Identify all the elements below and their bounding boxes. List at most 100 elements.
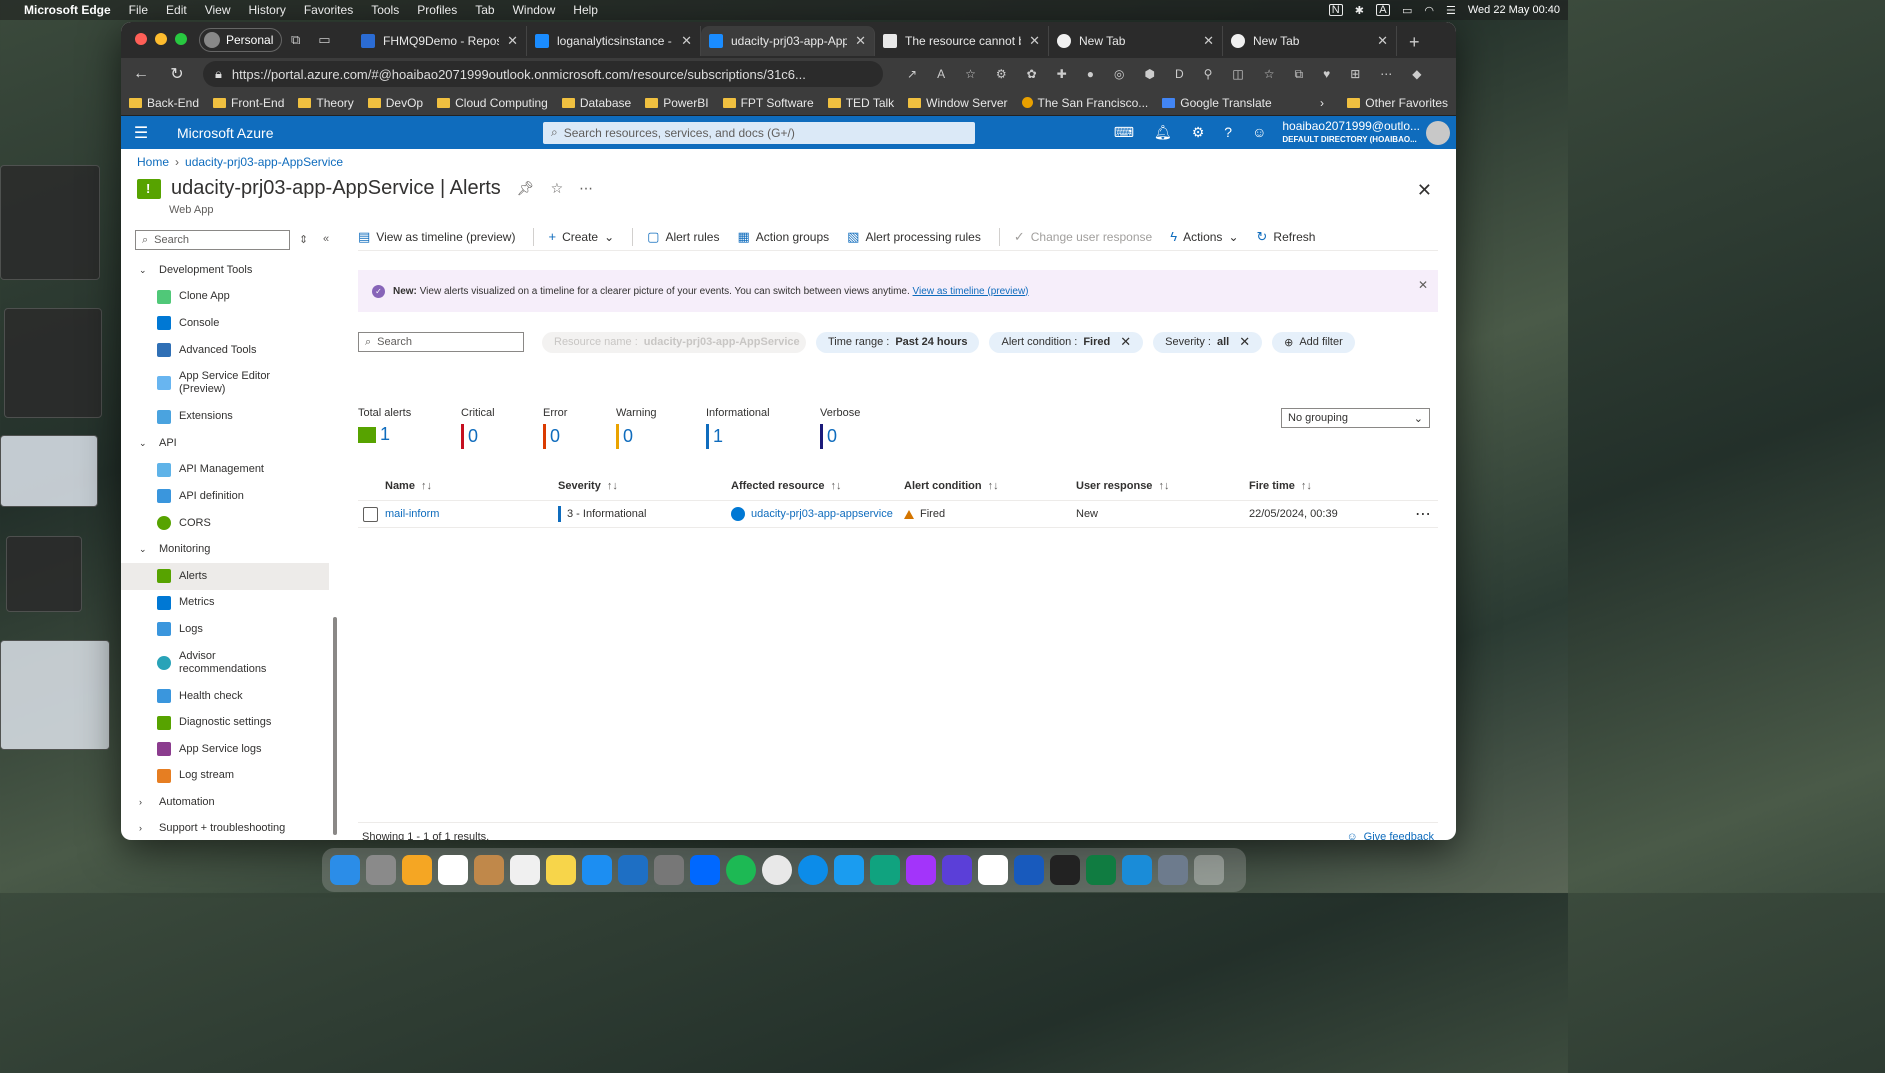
menu-group-monitoring[interactable]: ⌄ Monitoring	[121, 536, 329, 563]
read-aloud-icon[interactable]: A	[937, 67, 945, 82]
column-severity[interactable]: Severity ↑↓	[558, 480, 731, 492]
dismiss-banner-icon[interactable]: ✕	[1418, 278, 1428, 292]
menu-item-health-check[interactable]: Health check	[121, 683, 329, 710]
more-icon[interactable]: ⋯	[579, 180, 593, 197]
preview-icon[interactable]	[1158, 855, 1188, 885]
time-range-filter[interactable]: Time range : Past 24 hours	[816, 331, 980, 353]
menu-item-cors[interactable]: CORS	[121, 510, 329, 537]
menu-item-clone-app[interactable]: Clone App	[121, 284, 329, 311]
bluetooth-icon[interactable]: ✱	[1355, 4, 1364, 17]
menu-history[interactable]: History	[249, 3, 286, 17]
menu-window[interactable]: Window	[513, 3, 556, 17]
chatgpt-icon[interactable]	[870, 855, 900, 885]
extension-icon[interactable]: ⚙	[996, 67, 1007, 82]
favorite-folder[interactable]: DevOp	[367, 96, 423, 110]
menu-edit[interactable]: Edit	[166, 3, 187, 17]
banner-timeline-link[interactable]: View as timeline (preview)	[913, 286, 1029, 297]
open-in-app-icon[interactable]: ↗	[907, 67, 917, 82]
safari-icon[interactable]	[834, 855, 864, 885]
menu-search-input[interactable]: ⌕ Search	[135, 230, 290, 250]
menu-item-api-management[interactable]: API Management	[121, 457, 329, 484]
menu-group-api[interactable]: ⌄ API	[121, 430, 329, 457]
photos-icon[interactable]	[402, 855, 432, 885]
favorite-folder[interactable]: TED Talk	[827, 96, 894, 110]
alert-condition-filter[interactable]: Alert condition : Fired ✕	[989, 331, 1144, 353]
menu-tools[interactable]: Tools	[371, 3, 399, 17]
column-alert-condition[interactable]: Alert condition ↑↓	[904, 480, 1076, 492]
notion-icon[interactable]	[978, 855, 1008, 885]
url-field[interactable]: 🔒︎ https://portal.azure.com/#@hoaibao207…	[203, 61, 883, 87]
reload-icon[interactable]: ↻	[167, 64, 187, 84]
reminders-icon[interactable]	[510, 855, 540, 885]
summary-verbose[interactable]: Verbose 0	[820, 407, 860, 449]
extension-icon[interactable]: ◎	[1114, 67, 1124, 82]
favorite-folder[interactable]: Window Server	[908, 96, 1008, 110]
extension-icon[interactable]: D	[1175, 67, 1184, 82]
spotify-icon[interactable]	[726, 855, 756, 885]
severity-filter[interactable]: Severity : all ✕	[1153, 331, 1263, 353]
notifications-icon[interactable]: 🔔︎	[1154, 124, 1172, 141]
menu-item-alerts[interactable]: Alerts	[121, 562, 329, 590]
table-row[interactable]: mail-inform 3 - Informational udacity-pr…	[358, 500, 1438, 528]
menu-item-app-service-logs[interactable]: App Service logs	[121, 736, 329, 763]
expand-collapse-icon[interactable]: ⇕	[299, 233, 308, 246]
notes-icon[interactable]	[546, 855, 576, 885]
tab-appservice[interactable]: udacity-prj03-app-AppSe ✕	[701, 26, 875, 56]
collapse-menu-icon[interactable]: «	[323, 233, 329, 245]
action-groups-button[interactable]: ▦ Action groups	[737, 229, 829, 245]
word-icon[interactable]	[1014, 855, 1044, 885]
summary-error[interactable]: Error 0	[543, 407, 567, 449]
stage-thumbnail[interactable]	[0, 640, 110, 750]
tab-loganalytics[interactable]: loganalyticsinstance - Mic ✕	[527, 26, 701, 56]
favorite-folder[interactable]: Database	[561, 96, 631, 110]
extension-icon[interactable]: ✿	[1027, 67, 1037, 82]
menu-group-support[interactable]: › Support + troubleshooting	[121, 816, 329, 840]
close-tab-icon[interactable]: ✕	[681, 33, 692, 49]
apps-icon[interactable]: ⊞	[1350, 67, 1360, 82]
minimize-window-button[interactable]	[155, 33, 167, 45]
favorite-folder[interactable]: Back-End	[129, 96, 199, 110]
menu-favorites[interactable]: Favorites	[304, 3, 353, 17]
tab-repos[interactable]: FHMQ9Demo - Repos ✕	[353, 26, 527, 56]
column-affected-resource[interactable]: Affected resource ↑↓	[731, 480, 904, 492]
zalo-icon[interactable]	[690, 855, 720, 885]
menu-tab[interactable]: Tab	[475, 3, 494, 17]
system-settings-icon[interactable]	[654, 855, 684, 885]
tab-new-1[interactable]: New Tab ✕	[1049, 26, 1223, 56]
breadcrumb-home[interactable]: Home	[137, 155, 169, 169]
portal-menu-icon[interactable]: ☰	[121, 123, 161, 143]
close-blade-icon[interactable]: ✕	[1417, 180, 1432, 201]
split-screen-icon[interactable]: ◫	[1232, 67, 1243, 82]
menu-item-app-service-editor[interactable]: App Service Editor (Preview)	[121, 363, 329, 403]
wifi-icon[interactable]: ◠	[1424, 4, 1434, 17]
control-center-icon[interactable]: ☰	[1446, 4, 1456, 17]
summary-informational[interactable]: Informational 1	[706, 407, 770, 449]
notion-status-icon[interactable]: N	[1328, 4, 1343, 16]
column-name[interactable]: Name ↑↓	[385, 480, 558, 492]
terminal-icon[interactable]	[1050, 855, 1080, 885]
workspaces-icon[interactable]: ⧉	[291, 32, 300, 48]
breadcrumb-resource[interactable]: udacity-prj03-app-AppService	[185, 155, 343, 169]
settings-icon[interactable]: ⚙	[1192, 124, 1205, 141]
summary-critical[interactable]: Critical 0	[461, 407, 495, 449]
app-store-icon[interactable]	[582, 855, 612, 885]
menu-item-log-stream[interactable]: Log stream	[121, 763, 329, 790]
performance-icon[interactable]: ♥	[1323, 67, 1330, 82]
account-menu[interactable]: hoaibao2071999@outlo... DEFAULT DIRECTOR…	[1282, 119, 1420, 146]
close-tab-icon[interactable]: ✕	[1203, 33, 1214, 49]
favorite-folder[interactable]: PowerBI	[645, 96, 709, 110]
favorite-star-icon[interactable]: ☆	[965, 67, 976, 82]
feedback-icon[interactable]: ☺	[1252, 124, 1266, 141]
grouping-dropdown[interactable]: No grouping ⌄	[1281, 408, 1430, 428]
menu-file[interactable]: File	[129, 3, 148, 17]
view-timeline-button[interactable]: ▤ View as timeline (preview)	[358, 229, 515, 245]
favorite-folder[interactable]: Cloud Computing	[437, 96, 548, 110]
favorite-folder[interactable]: FPT Software	[722, 96, 814, 110]
new-tab-button[interactable]: +	[1397, 26, 1432, 58]
menu-item-advisor[interactable]: Advisor recommendations	[121, 643, 329, 683]
close-tab-icon[interactable]: ✕	[507, 33, 518, 49]
extensions-icon[interactable]: ⚲	[1204, 67, 1213, 82]
favorite-star-icon[interactable]: ☆	[551, 180, 564, 197]
vertical-tabs-icon[interactable]: ▭	[318, 32, 330, 48]
excel-icon[interactable]	[1086, 855, 1116, 885]
